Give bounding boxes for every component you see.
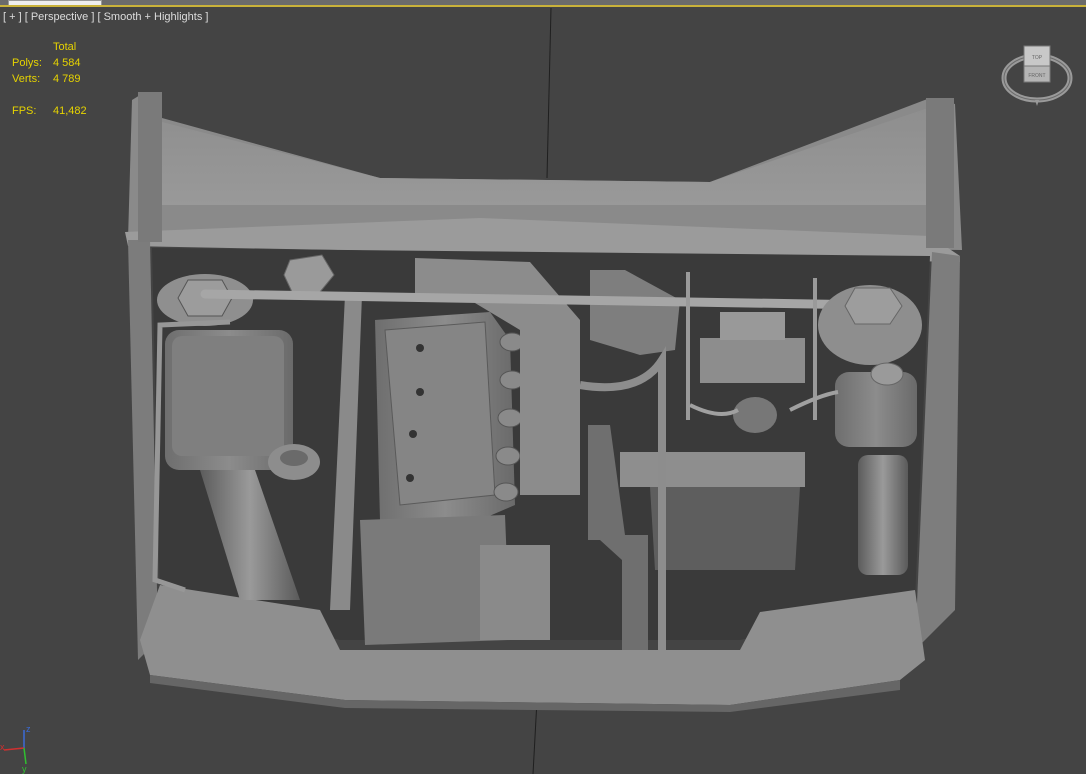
left-pillar [138, 92, 162, 242]
right-reservoir [835, 372, 917, 447]
viewport-shading-label[interactable]: [ Smooth + Highlights ] [97, 11, 208, 23]
stats-polys-value: 4 584 [53, 57, 81, 69]
ecu-box [700, 338, 805, 383]
battery [650, 487, 800, 570]
axis-y-line [23, 747, 27, 765]
viewcube-front-label: FRONT [1028, 73, 1045, 79]
viewport-canvas[interactable] [0, 0, 1086, 774]
stats-verts-value: 4 789 [53, 73, 81, 85]
axis-x-label: x [0, 742, 5, 752]
viewport-label: [ + ] [ Perspective ] [ Smooth + Highlig… [3, 11, 208, 23]
left-box-top [172, 336, 284, 456]
engine-head [384, 321, 496, 506]
stats-fps-label: FPS: [12, 105, 37, 117]
bolt [406, 474, 414, 482]
oil-pan [480, 545, 550, 640]
grid-line-vertical [546, 7, 552, 179]
bolt [416, 388, 424, 396]
viewport-view-label[interactable]: [ Perspective ] [25, 11, 95, 23]
bay-back-panel [160, 108, 930, 205]
stats-polys-label: Polys: [12, 57, 42, 69]
right-strut-cap [844, 287, 903, 325]
bolt [409, 430, 417, 438]
axis-z-label: z [26, 724, 31, 734]
viewcube[interactable]: TOP FRONT [1000, 40, 1074, 110]
battery-lid [620, 452, 805, 487]
stats-total-header: Total [53, 41, 77, 53]
right-tank-lower [858, 455, 908, 575]
ecu-top [720, 312, 785, 340]
stats-fps-value: 41,482 [53, 105, 87, 117]
engine-bay-model [125, 92, 962, 712]
bolt [416, 344, 424, 352]
axis-gizmo: z x y [0, 724, 31, 774]
axis-x-line [3, 747, 25, 751]
axis-y-label: y [22, 764, 27, 774]
small-cap-top [280, 450, 308, 466]
viewport-menu-plus[interactable]: [ + ] [3, 11, 22, 23]
stats-verts-label: Verts: [12, 73, 41, 85]
right-reservoir-cap [870, 362, 904, 386]
viewcube-top-label: TOP [1032, 55, 1043, 61]
pump-cylinder [733, 397, 777, 433]
right-pillar [926, 98, 954, 248]
grid-line-vertical-lower [532, 699, 538, 774]
viewcube-home-arrow [1035, 100, 1039, 106]
